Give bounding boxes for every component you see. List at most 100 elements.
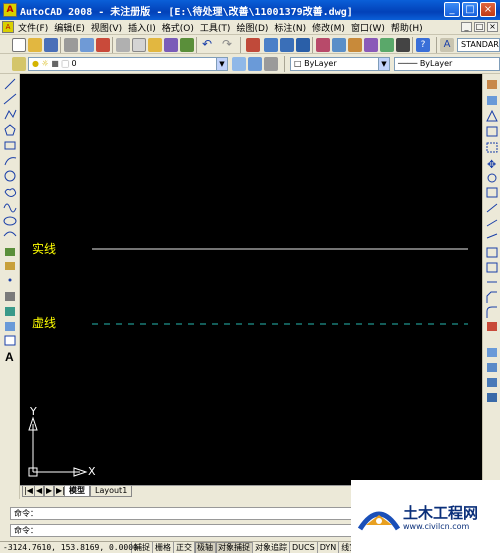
scale-tool-icon[interactable] <box>486 187 498 198</box>
stretch-tool-icon[interactable] <box>486 203 498 213</box>
polygon-tool-icon[interactable] <box>4 124 16 136</box>
print-preview-icon[interactable] <box>80 38 94 52</box>
redo-icon[interactable]: ↷ <box>220 38 234 52</box>
menu-help[interactable]: 帮助(H) <box>391 21 423 34</box>
maximize-button[interactable]: □ <box>462 2 478 17</box>
point-tool-icon[interactable] <box>8 278 12 282</box>
draworder-front-icon[interactable] <box>487 348 497 357</box>
bring-above-icon[interactable] <box>487 378 497 387</box>
properties-icon[interactable] <box>316 38 330 52</box>
break-at-point-tool-icon[interactable] <box>486 247 498 258</box>
save-icon[interactable] <box>44 38 58 52</box>
offset-tool-icon[interactable] <box>486 126 498 137</box>
menu-modify[interactable]: 修改(M) <box>312 21 345 34</box>
menu-insert[interactable]: 插入(I) <box>128 21 156 34</box>
move-tool-icon[interactable]: ✥ <box>487 158 496 171</box>
cut-icon[interactable] <box>116 38 130 52</box>
ortho-toggle[interactable]: 正交 <box>174 542 195 553</box>
help-icon[interactable]: ? <box>416 38 430 52</box>
mirror-tool-icon[interactable] <box>486 109 498 122</box>
menu-format[interactable]: 格式(O) <box>162 21 194 34</box>
ducs-toggle[interactable]: DUCS <box>290 542 318 553</box>
rectangle-tool-icon[interactable] <box>4 141 16 150</box>
menu-file[interactable]: 文件(F) <box>18 21 48 34</box>
polar-toggle[interactable]: 极轴 <box>195 542 216 553</box>
block-editor-icon[interactable] <box>180 38 194 52</box>
polyline-tool-icon[interactable] <box>4 109 17 120</box>
tab-first-button[interactable]: |◀ <box>22 486 35 497</box>
menu-edit[interactable]: 编辑(E) <box>54 21 85 34</box>
drawing-canvas[interactable]: 实线 虚线 Y X <box>20 74 482 485</box>
chamfer-tool-icon[interactable] <box>486 291 497 303</box>
open-icon[interactable] <box>28 38 42 52</box>
tab-next-button[interactable]: ▶ <box>44 486 55 497</box>
explode-tool-icon[interactable] <box>487 322 497 331</box>
doc-minimize-button[interactable]: _ <box>461 22 472 32</box>
menu-draw[interactable]: 绘图(D) <box>236 21 268 34</box>
dyn-toggle[interactable]: DYN <box>318 542 340 553</box>
fillet-tool-icon[interactable] <box>486 306 497 318</box>
hatch-tool-icon[interactable] <box>5 292 15 301</box>
calculator-icon[interactable] <box>396 38 410 52</box>
multiline-text-tool-icon[interactable]: A <box>5 350 14 364</box>
region-tool-icon[interactable] <box>5 322 15 331</box>
otrack-toggle[interactable]: 对象追踪 <box>253 542 290 553</box>
doc-restore-button[interactable]: □ <box>474 22 485 32</box>
doc-close-button[interactable]: × <box>487 22 498 32</box>
erase-tool-icon[interactable] <box>487 80 497 89</box>
text-style-icon[interactable]: A <box>440 38 454 52</box>
array-tool-icon[interactable] <box>486 142 498 153</box>
layer-states-icon[interactable] <box>264 57 278 71</box>
rotate-tool-icon[interactable] <box>487 173 497 183</box>
layer-combo[interactable]: ● ☼ ■ ■ 0 ▼ <box>28 57 228 71</box>
print-icon[interactable] <box>64 38 78 52</box>
autocad-logo-icon[interactable]: A <box>3 3 17 17</box>
snap-toggle[interactable]: 捕捉 <box>132 542 153 553</box>
design-center-icon[interactable] <box>332 38 346 52</box>
draworder-back-icon[interactable] <box>487 363 497 372</box>
minimize-button[interactable]: _ <box>444 2 460 17</box>
zoom-window-icon[interactable] <box>280 38 294 52</box>
make-current-layer-icon[interactable] <box>232 57 246 71</box>
ellipse-arc-tool-icon[interactable] <box>3 231 17 237</box>
ellipse-tool-icon[interactable] <box>3 216 17 226</box>
spline-tool-icon[interactable] <box>3 203 17 213</box>
trim-tool-icon[interactable] <box>486 219 498 227</box>
match-properties-icon[interactable] <box>164 38 178 52</box>
tab-layout1[interactable]: Layout1 <box>90 486 133 497</box>
revision-cloud-tool-icon[interactable] <box>4 188 17 197</box>
menu-dimension[interactable]: 标注(N) <box>274 21 306 34</box>
grid-toggle[interactable]: 栅格 <box>153 542 174 553</box>
circle-tool-icon[interactable] <box>4 170 16 182</box>
publish-icon[interactable] <box>96 38 110 52</box>
copy-tool-icon[interactable] <box>487 96 497 105</box>
arc-tool-icon[interactable] <box>4 157 17 166</box>
sheet-set-icon[interactable] <box>364 38 378 52</box>
pan-icon[interactable] <box>246 38 260 52</box>
tab-model[interactable]: 模型 <box>64 486 90 497</box>
menu-window[interactable]: 窗口(W) <box>351 21 385 34</box>
text-style-combo[interactable]: STANDARD <box>457 38 500 52</box>
osnap-toggle[interactable]: 对象捕捉 <box>216 542 253 553</box>
markup-icon[interactable] <box>380 38 394 52</box>
insert-block-tool-icon[interactable] <box>5 248 15 256</box>
copy-icon[interactable] <box>132 38 146 52</box>
construction-line-tool-icon[interactable] <box>3 93 17 105</box>
menu-tools[interactable]: 工具(T) <box>200 21 231 34</box>
menu-view[interactable]: 视图(V) <box>91 21 122 34</box>
send-under-icon[interactable] <box>487 393 497 402</box>
zoom-realtime-icon[interactable] <box>264 38 278 52</box>
table-tool-icon[interactable] <box>4 335 16 346</box>
color-combo[interactable]: □ ByLayer ▼ <box>290 57 390 71</box>
layer-manager-icon[interactable] <box>12 57 26 71</box>
layer-previous-icon[interactable] <box>248 57 262 71</box>
break-tool-icon[interactable] <box>486 262 498 273</box>
extend-tool-icon[interactable] <box>486 233 498 239</box>
new-icon[interactable] <box>12 38 26 52</box>
document-icon[interactable]: A <box>2 21 14 33</box>
make-block-tool-icon[interactable] <box>5 262 15 270</box>
paste-icon[interactable] <box>148 38 162 52</box>
linetype-combo[interactable]: ──── ByLayer <box>394 57 500 71</box>
undo-icon[interactable]: ↶ <box>200 38 214 52</box>
line-tool-icon[interactable] <box>4 78 16 90</box>
